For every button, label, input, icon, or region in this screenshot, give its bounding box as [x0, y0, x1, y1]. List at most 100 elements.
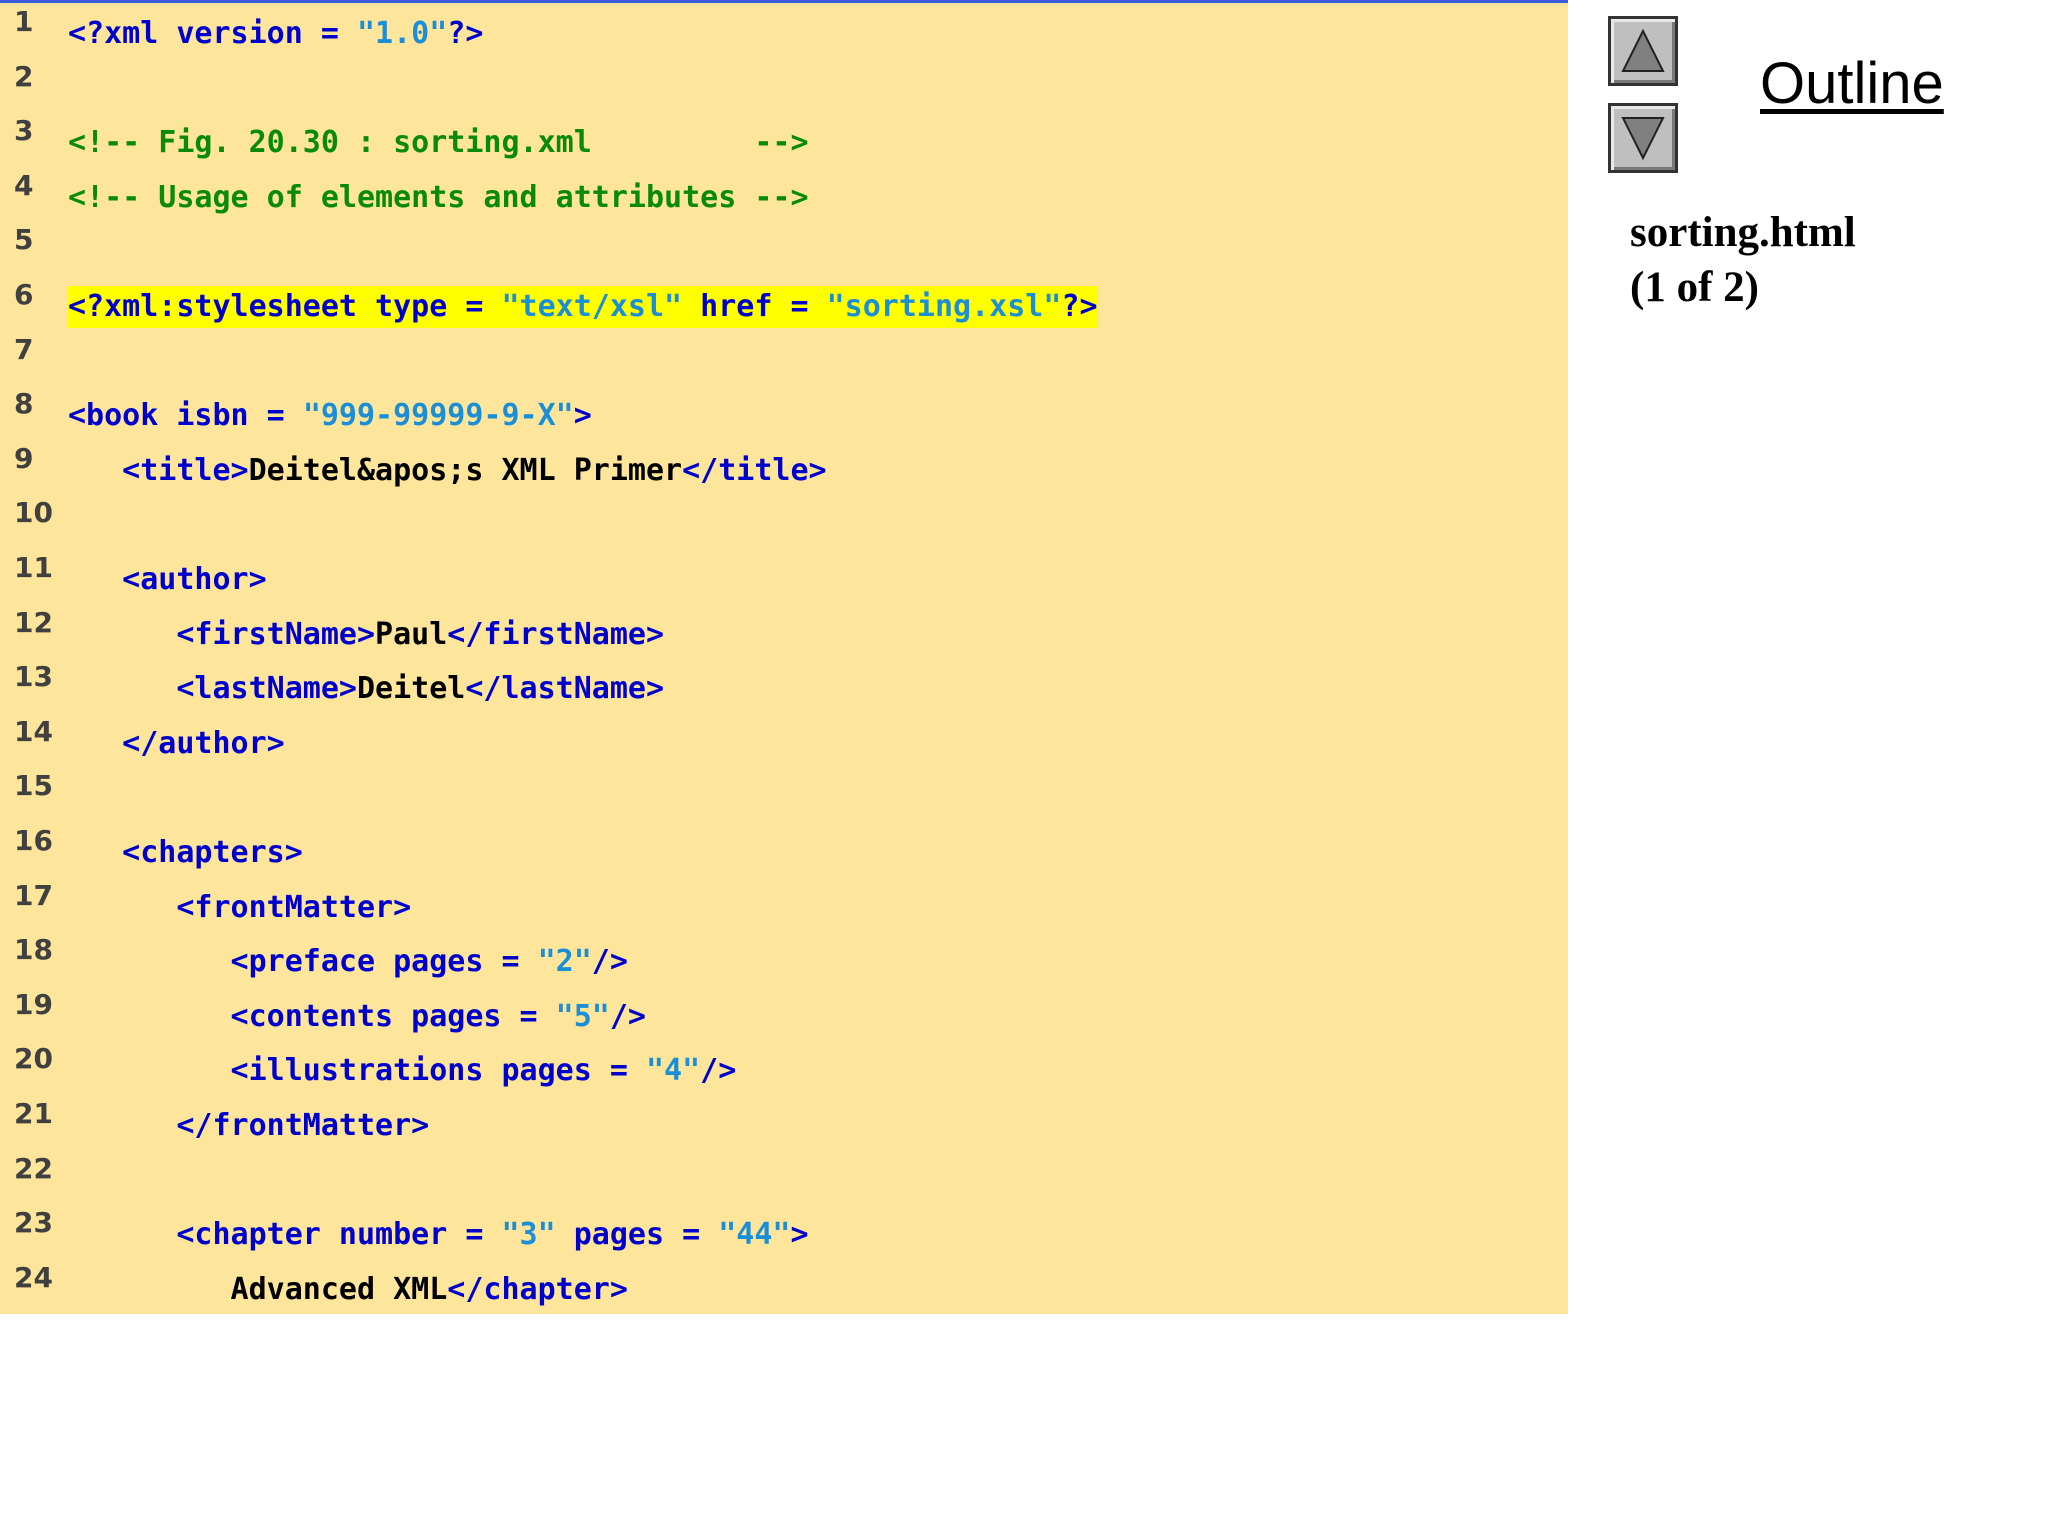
code-line: 19 <contents pages = "5"/> [0, 988, 1568, 1050]
code-line: 21 </frontMatter> [0, 1097, 1568, 1159]
code-token: "44" [718, 1217, 791, 1253]
code-line: 22 [0, 1152, 1568, 1214]
code-token: "999-99999-9-X" [302, 398, 574, 434]
code-line: 2 [0, 60, 1568, 122]
code-token: <chapter number = [68, 1217, 502, 1253]
code-text: <author> [68, 559, 267, 601]
code-line: 15 [0, 769, 1568, 831]
code-token: <lastName> [68, 671, 357, 707]
line-number: 10 [14, 496, 53, 530]
code-token: <?xml:stylesheet type = [68, 289, 502, 324]
code-line: 24 Advanced XML</chapter> [0, 1261, 1568, 1323]
code-token: "text/xsl" [501, 289, 683, 324]
line-number: 13 [14, 660, 53, 694]
file-label: sorting.html (1 of 2) [1630, 205, 1856, 315]
line-number: 8 [14, 387, 34, 421]
code-token: > [573, 398, 592, 434]
code-line: 12 <firstName>Paul</firstName> [0, 606, 1568, 668]
code-text: </author> [68, 723, 285, 765]
line-number: 15 [14, 769, 53, 803]
code-text: </frontMatter> [68, 1105, 429, 1147]
file-name: sorting.html [1630, 209, 1856, 256]
code-line: 9 <title>Deitel&apos;s XML Primer</title… [0, 442, 1568, 504]
code-text: <preface pages = "2"/> [68, 941, 628, 983]
code-token: <preface pages = [68, 944, 538, 980]
code-token: > [790, 1217, 809, 1253]
code-text: <title>Deitel&apos;s XML Primer</title> [68, 450, 827, 492]
code-line: 14 </author> [0, 715, 1568, 777]
line-number: 20 [14, 1042, 53, 1076]
line-number: 6 [14, 278, 34, 311]
code-text: <!-- Usage of elements and attributes --… [68, 177, 809, 219]
code-text: <book isbn = "999-99999-9-X"> [68, 395, 592, 437]
line-number: 3 [14, 114, 34, 148]
code-line: 16 <chapters> [0, 824, 1568, 886]
code-token: ?> [1061, 289, 1098, 324]
code-text: <illustrations pages = "4"/> [68, 1050, 737, 1092]
code-text: Advanced XML</chapter> [68, 1269, 628, 1311]
code-text: <firstName>Paul</firstName> [68, 614, 664, 656]
code-line: 4 <!-- Usage of elements and attributes -… [0, 169, 1568, 231]
code-token: "3" [501, 1217, 556, 1253]
code-token: </frontMatter> [68, 1108, 430, 1143]
code-token: </lastName> [465, 671, 665, 707]
code-token: href = [682, 289, 827, 324]
code-token: Advanced XML [68, 1271, 448, 1307]
code-line: 8 <book isbn = "999-99999-9-X"> [0, 387, 1568, 449]
code-line: 5 [0, 223, 1568, 285]
code-token: </title> [682, 452, 827, 488]
page-indicator: (1 of 2) [1630, 264, 1759, 311]
code-token: <book isbn = [68, 398, 303, 434]
code-token: <!-- Usage of elements and attributes --… [68, 179, 809, 215]
code-line: 3 <!-- Fig. 20.30 : sorting.xml --> [0, 114, 1568, 176]
previous-slide-button[interactable] [1608, 16, 1678, 86]
line-number: 24 [14, 1260, 53, 1294]
code-token: "1.0" [356, 16, 448, 51]
code-text: <?xml version = "1.0"?> [68, 13, 483, 55]
code-token: Deitel [356, 671, 466, 707]
code-token: </chapter> [447, 1271, 628, 1307]
line-number: 21 [14, 1097, 53, 1130]
code-token: "sorting.xsl" [826, 289, 1062, 324]
line-number: 19 [14, 987, 53, 1021]
triangle-down-icon [1621, 117, 1665, 161]
code-token: "2" [537, 944, 592, 980]
code-line: 17 <frontMatter> [0, 879, 1568, 941]
line-number: 23 [14, 1206, 53, 1240]
line-number: 11 [14, 551, 53, 584]
code-token: Deitel&apos;s XML Primer [248, 452, 683, 488]
code-token: "4" [645, 1053, 701, 1089]
code-token: <firstName> [68, 616, 376, 652]
line-number: 2 [14, 59, 34, 93]
code-token: <!-- Fig. 20.30 : sorting.xml --> [68, 125, 809, 161]
code-text: <chapter number = "3" pages = "44"> [68, 1214, 809, 1256]
code-text: <contents pages = "5"/> [68, 996, 646, 1038]
line-number: 18 [14, 933, 53, 967]
triangle-up-icon [1621, 28, 1665, 72]
code-token: "5" [555, 998, 610, 1034]
code-line: 11 <author> [0, 551, 1568, 613]
code-token: </author> [68, 725, 285, 761]
next-slide-button[interactable] [1608, 103, 1678, 173]
code-token: /> [700, 1053, 737, 1089]
code-token: <title> [68, 452, 249, 488]
code-token: <?xml version = [68, 16, 357, 51]
code-text: <frontMatter> [68, 887, 411, 929]
outline-heading[interactable]: Outline [1760, 50, 1944, 117]
code-token: <author> [68, 562, 267, 597]
code-line: 23 <chapter number = "3" pages = "44"> [0, 1206, 1568, 1268]
line-number: 17 [14, 878, 53, 912]
code-token: </firstName> [447, 616, 665, 652]
code-line: 13 <lastName>Deitel</lastName> [0, 660, 1568, 722]
code-text: <chapters> [68, 832, 303, 874]
code-token: /> [591, 944, 628, 980]
code-token: <illustrations pages = [68, 1053, 646, 1089]
code-token: ?> [447, 16, 484, 51]
code-line: 1 <?xml version = "1.0"?> [0, 5, 1568, 67]
code-text: <!-- Fig. 20.30 : sorting.xml --> [68, 122, 809, 164]
line-number: 5 [14, 223, 34, 257]
code-token: <chapters> [68, 835, 303, 870]
line-number: 12 [14, 605, 53, 639]
line-number: 16 [14, 824, 53, 857]
line-number: 14 [14, 714, 53, 748]
